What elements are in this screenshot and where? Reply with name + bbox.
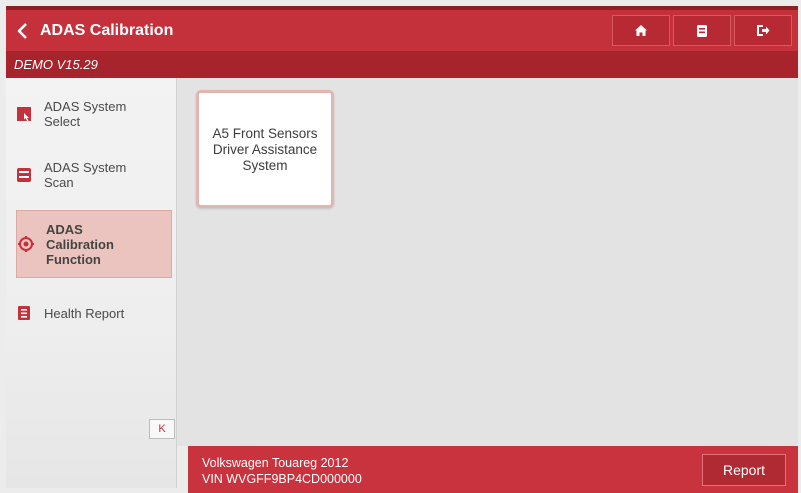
version-bar: DEMO V15.29 [6,51,798,78]
home-button[interactable] [612,15,670,46]
chevron-left-icon [17,22,27,39]
header-actions [612,15,792,46]
sidebar-item-health-report[interactable]: Health Report [16,302,172,324]
vehicle-info: Volkswagen Touareg 2012 VIN WVGFF9BP4CD0… [202,455,362,487]
exit-button[interactable] [734,15,792,46]
sidebar-item-label: Health Report [44,305,125,321]
header-bar: ADAS Calibration [6,10,798,51]
page-title: ADAS Calibration [40,21,174,39]
footer-bar: Volkswagen Touareg 2012 VIN WVGFF9BP4CD0… [188,446,798,493]
scan-icon [17,168,31,182]
sidebar-item-label: ADAS System Scan [44,160,127,190]
vehicle-vin: VIN WVGFF9BP4CD000000 [202,472,362,486]
document-button[interactable] [673,15,731,46]
sidebar-item-label: ADAS System Select [44,99,127,129]
main-content: A5 Front Sensors Driver Assistance Syste… [177,78,798,446]
sidebar: ADAS System Select ADAS System Scan ADAS… [6,78,177,488]
version-label: DEMO V15.29 [14,57,98,72]
sidebar-item-label: ADAS Calibration Function [46,221,114,267]
report-button[interactable]: Report [702,454,786,486]
clipboard-icon [18,306,30,320]
target-icon [18,236,34,252]
select-icon [17,107,31,121]
sidebar-item-adas-system-select[interactable]: ADAS System Select [16,96,172,132]
vehicle-name: Volkswagen Touareg 2012 [202,456,349,470]
home-icon [635,25,647,36]
app-window: ADAS Calibration DEMO V15.29 ADAS System… [0,0,801,493]
function-tile[interactable]: A5 Front Sensors Driver Assistance Syste… [196,90,334,208]
sidebar-item-adas-calibration-function[interactable]: ADAS Calibration Function [16,210,172,278]
exit-icon [757,25,770,36]
back-button[interactable] [6,10,40,51]
collapse-sidebar-button[interactable]: K [149,419,175,439]
sidebar-item-adas-system-scan[interactable]: ADAS System Scan [16,157,172,193]
document-icon [697,24,707,37]
function-tile-label: A5 Front Sensors Driver Assistance Syste… [212,126,318,173]
